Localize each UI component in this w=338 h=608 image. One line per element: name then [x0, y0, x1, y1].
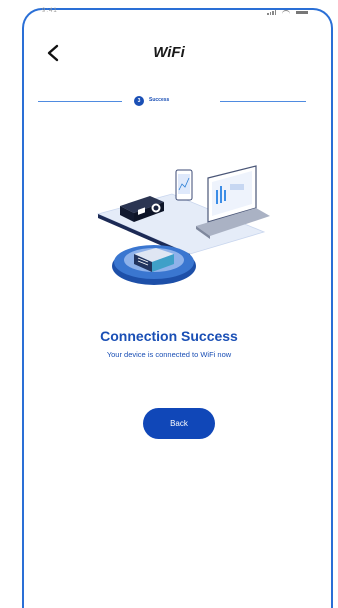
- cellular-signal-icon: [267, 10, 276, 15]
- step-label: Success: [149, 97, 170, 103]
- status-bar: 9:41: [0, 0, 338, 24]
- status-time: 9:41: [42, 8, 58, 14]
- stepper-line-left: [38, 101, 122, 102]
- battery-icon: [296, 11, 308, 14]
- status-icons: [267, 10, 308, 15]
- step-number-badge: 3: [134, 96, 144, 106]
- progress-stepper: 3 Success: [38, 94, 306, 108]
- success-subtitle: Your device is connected to WiFi now: [106, 350, 232, 359]
- page-title: WiFi: [153, 44, 185, 61]
- success-title: Connection Success: [100, 328, 238, 344]
- back-button[interactable]: Back: [143, 408, 215, 439]
- wifi-icon: [282, 10, 290, 15]
- nav-bar: WiFi: [0, 38, 338, 68]
- connection-illustration: [96, 165, 270, 285]
- stepper-line-right: [220, 101, 306, 102]
